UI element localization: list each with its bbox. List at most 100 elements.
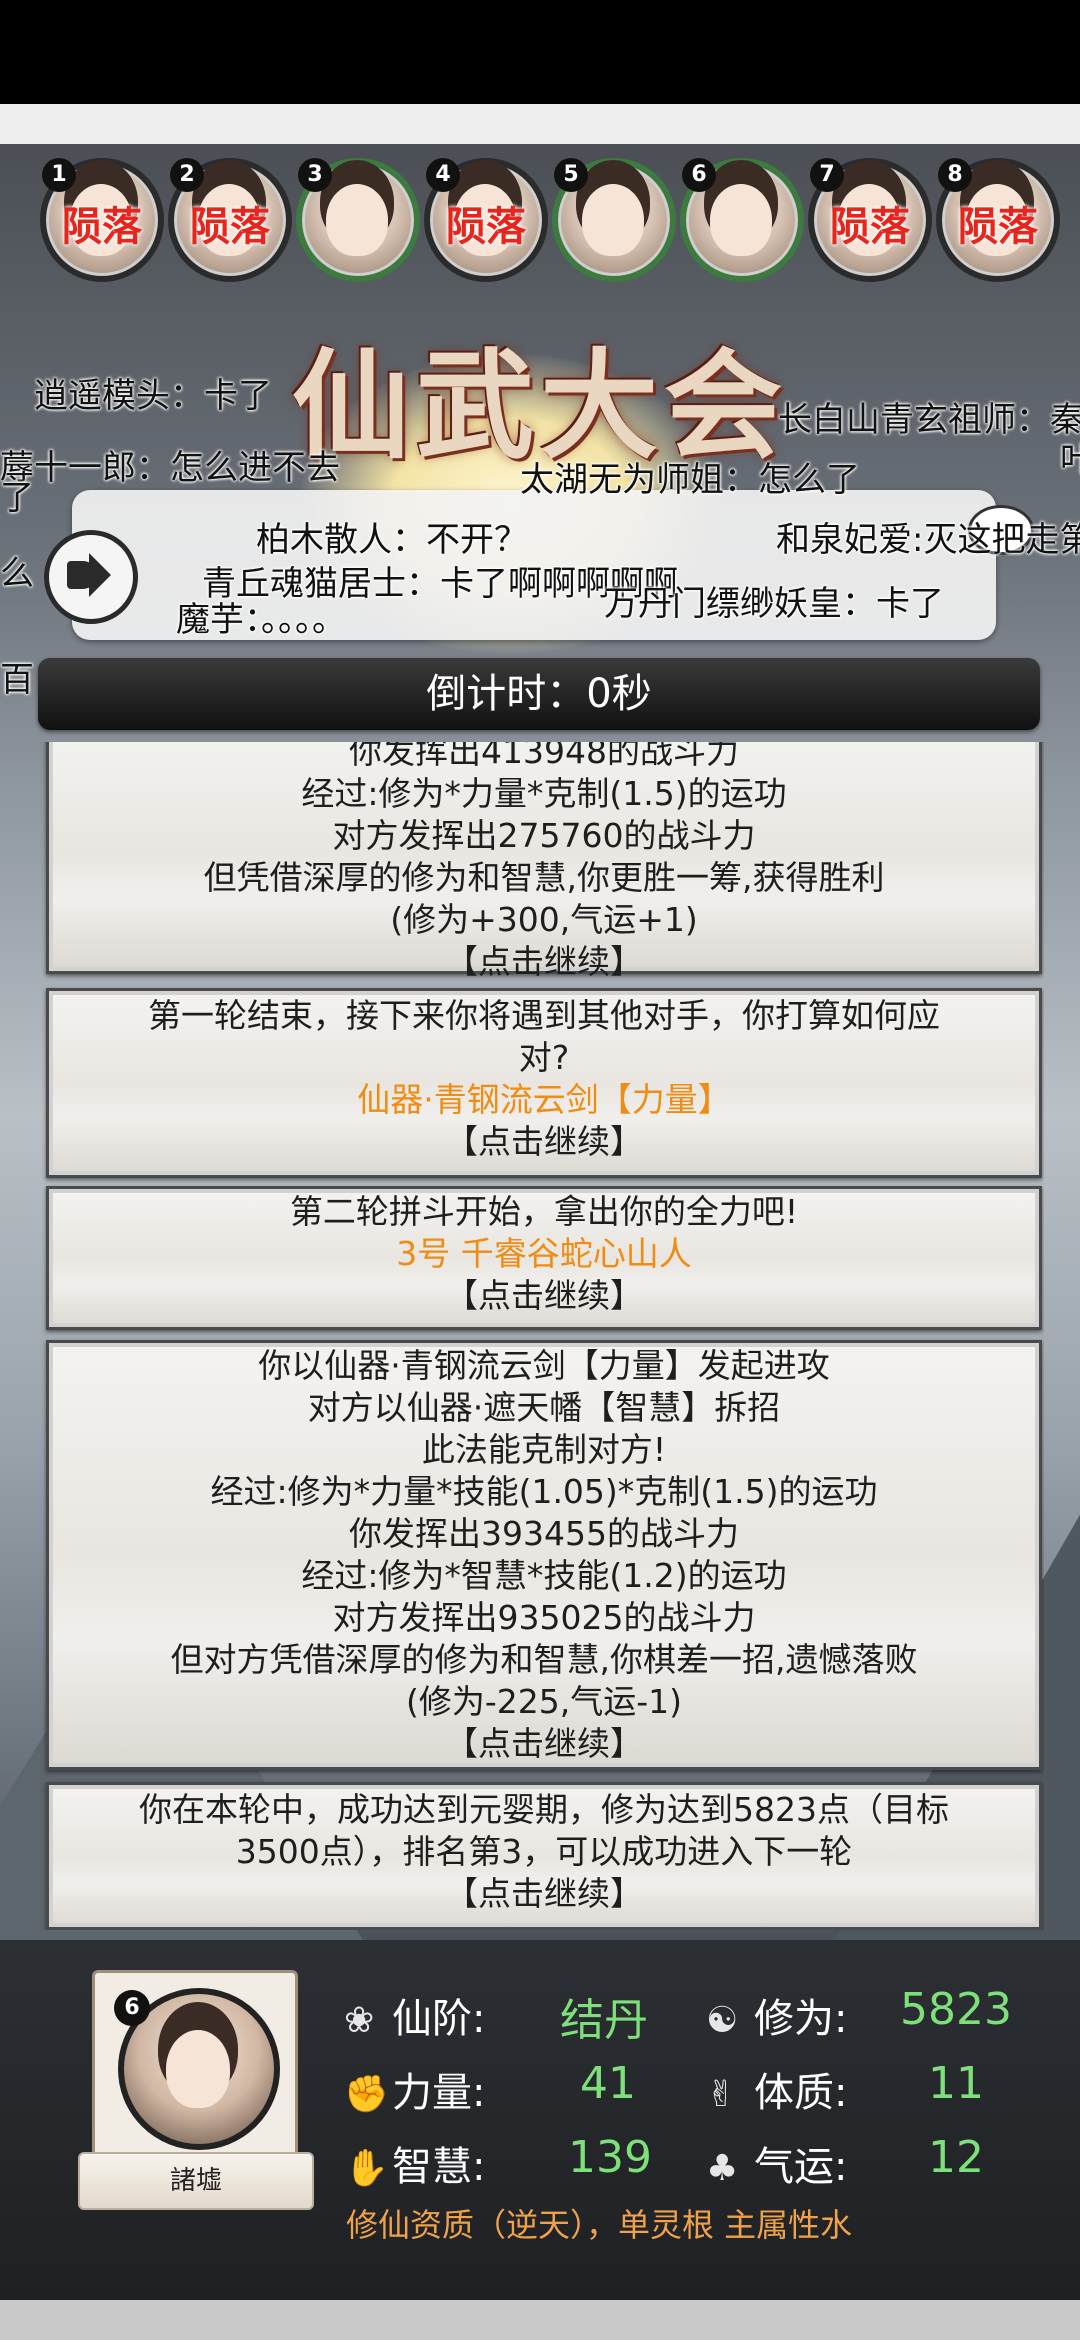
player-name: 諸墟 — [78, 2152, 314, 2210]
contestant-avatar[interactable]: 2 陨落 — [168, 158, 292, 282]
top-strip — [0, 104, 1080, 144]
chat-message: 叶 — [1060, 440, 1080, 480]
contestant-avatar[interactable]: 7 陨落 — [808, 158, 932, 282]
physique-value: 11 — [928, 2058, 984, 2109]
log-line: 3500点），排名第3，可以成功进入下一轮 — [235, 1832, 853, 1871]
contestant-number: 4 — [426, 158, 460, 192]
log-line: (修为-225,气运-1) — [405, 1682, 683, 1721]
log-line: 对方以仙器·遮天幡【智慧】拆招 — [307, 1388, 781, 1427]
contestant-number: 5 — [554, 158, 588, 192]
contestant-avatar[interactable]: 5 — [552, 158, 676, 282]
contestant-avatar[interactable]: 8 陨落 — [936, 158, 1060, 282]
log-line: 你以仙器·青钢流云剑【力量】发起进攻 — [258, 1346, 830, 1385]
contestant-number: 3 — [298, 158, 332, 192]
chat-message: 长白山青玄祖师：秦 — [778, 400, 1080, 440]
contestant-avatar[interactable]: 6 — [680, 158, 804, 282]
aptitude-text: 修仙资质（逆天），单灵根 主属性水 — [346, 2206, 853, 2244]
log-card[interactable]: 第一轮结束，接下来你将遇到其他对手，你打算如何应 对? 仙器·青钢流云剑【力量】… — [46, 988, 1042, 1178]
log-line: 经过:修为*智慧*技能(1.2)的运功 — [301, 1556, 787, 1595]
wisdom-stat: ✋智慧: — [344, 2134, 485, 2192]
log-card[interactable]: 你在本轮中，成功达到元婴期，修为达到5823点（目标 3500点），排名第3，可… — [46, 1782, 1042, 1930]
log-card[interactable]: 你发挥出413948的战斗力 经过:修为*力量*克制(1.5)的运功 对方发挥出… — [46, 742, 1042, 981]
log-line: 但凭借深厚的修为和智慧,你更胜一筹,获得胜利 — [203, 858, 885, 897]
luck-value: 12 — [928, 2132, 984, 2183]
status-bar — [0, 0, 1080, 104]
avatar-face — [166, 2030, 230, 2108]
log-line: (修为+300,气运+1) — [390, 900, 698, 939]
rank-icon: ❀ — [344, 2000, 375, 2041]
log-card[interactable]: 第二轮拼斗开始，拿出你的全力吧! 3号 千睿谷蛇心山人 【点击继续】 — [46, 1186, 1042, 1330]
log-line: 经过:修为*力量*克制(1.5)的运功 — [301, 774, 787, 813]
avatar-face — [326, 184, 388, 256]
avatar-face — [710, 184, 772, 256]
cultivation-value: 5823 — [900, 1984, 1012, 2035]
contestant-avatar[interactable]: 3 — [296, 158, 420, 282]
chat-message: 么 — [0, 554, 34, 594]
contestant-number: 7 — [810, 158, 844, 192]
log-line: 此法能克制对方! — [421, 1430, 667, 1469]
continue-button[interactable]: 【点击继续】 — [49, 1275, 1039, 1317]
continue-button[interactable]: 【点击继续】 — [49, 1873, 1039, 1915]
fallen-label: 陨落 — [62, 204, 142, 250]
contestant-number: 8 — [938, 158, 972, 192]
log-line: 第一轮结束，接下来你将遇到其他对手，你打算如何应 — [148, 996, 940, 1035]
contestant-number: 6 — [682, 158, 716, 192]
fallen-label: 陨落 — [446, 204, 526, 250]
cultivation-icon: ☯ — [706, 2000, 739, 2041]
player-number: 6 — [114, 1990, 150, 2026]
fallen-label: 陨落 — [190, 204, 270, 250]
log-line: 你发挥出393455的战斗力 — [349, 1514, 739, 1553]
strength-stat: ✊力量: — [344, 2060, 485, 2118]
fallen-label: 陨落 — [830, 204, 910, 250]
contestant-number: 1 — [42, 158, 76, 192]
strength-label: 力量: — [392, 2070, 486, 2116]
clover-icon: ♣ — [706, 2148, 739, 2189]
battle-log[interactable]: 你发挥出413948的战斗力 经过:修为*力量*克制(1.5)的运功 对方发挥出… — [38, 742, 1044, 1930]
chat-message: 魔芋：。。。。 — [176, 600, 346, 640]
log-line: 第二轮拼斗开始，拿出你的全力吧! — [289, 1192, 799, 1231]
log-line: 但对方凭借深厚的修为和智慧,你棋差一招,遗憾落败 — [170, 1640, 918, 1679]
physique-icon: ✌ — [706, 2074, 737, 2115]
fallen-label: 陨落 — [958, 204, 1038, 250]
log-line: 对? — [518, 1038, 570, 1077]
physique-stat: ✌ 体质: — [706, 2060, 847, 2118]
continue-button[interactable]: 【点击继续】 — [49, 1121, 1039, 1163]
chat-message: 柏木散人：不开？ — [256, 520, 528, 560]
contestant-avatar[interactable]: 1 陨落 — [40, 158, 164, 282]
rank-value: 结丹 — [560, 1995, 648, 2046]
strength-value: 41 — [580, 2058, 636, 2109]
navigation-bar — [0, 2300, 1080, 2340]
log-card[interactable]: 你以仙器·青钢流云剑【力量】发起进攻 对方以仙器·遮天幡【智慧】拆招 此法能克制… — [46, 1340, 1042, 1770]
chat-message: 和泉妃爱:灭这把走第 — [776, 520, 1080, 560]
luck-stat: ♣ 气运: — [706, 2134, 847, 2192]
chat-message: 万丹门缥缈妖皇：卡了 — [604, 584, 944, 624]
luck-label: 气运: — [754, 2144, 848, 2190]
cultivation-label: 修为: — [754, 1996, 848, 2042]
chat-message: 逍遥模头：卡了 — [34, 376, 272, 416]
hand-icon: ✋ — [344, 2148, 389, 2189]
avatar-face — [582, 184, 644, 256]
fist-icon: ✊ — [344, 2074, 389, 2115]
log-line: 对方发挥出275760的战斗力 — [332, 816, 756, 855]
continue-button[interactable]: 【点击继续】 — [49, 941, 1039, 983]
log-line: 对方发挥出935025的战斗力 — [332, 1598, 756, 1637]
cultivation-stat: ☯ 修为: — [706, 1986, 847, 2044]
contestant-number: 2 — [170, 158, 204, 192]
log-line: 你发挥出413948的战斗力 — [349, 742, 739, 771]
physique-label: 体质: — [754, 2070, 848, 2116]
rank-label: 仙阶: — [392, 1996, 486, 2042]
countdown-timer: 倒计时：0秒 — [38, 658, 1040, 730]
continue-button[interactable]: 【点击继续】 — [49, 1723, 1039, 1765]
megaphone-icon[interactable] — [44, 530, 138, 624]
contestant-avatar[interactable]: 4 陨落 — [424, 158, 548, 282]
rank-stat: ❀ 仙阶: — [344, 1986, 485, 2044]
chat-message: 百 — [0, 660, 34, 700]
chat-message: 了 — [0, 478, 34, 518]
chat-message: 蓐十一郎：怎么进不去 — [0, 448, 340, 488]
log-line: 你在本轮中，成功达到元婴期，修为达到5823点（目标 — [139, 1790, 949, 1829]
artifact-choice[interactable]: 仙器·青钢流云剑【力量】 — [49, 1079, 1039, 1121]
contestant-avatars: 1 陨落 2 陨落 3 4 陨落 5 6 7 陨落 8 陨落 — [40, 158, 1060, 282]
opponent-name: 3号 千睿谷蛇心山人 — [396, 1234, 692, 1273]
log-line: 经过:修为*力量*技能(1.05)*克制(1.5)的运功 — [210, 1472, 878, 1511]
wisdom-label: 智慧: — [392, 2144, 486, 2190]
